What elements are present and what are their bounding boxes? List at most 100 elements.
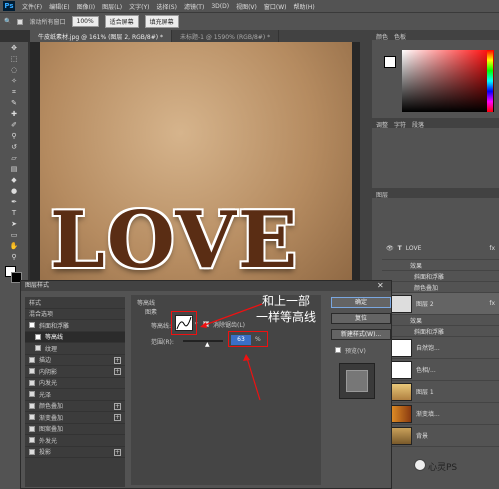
checkbox[interactable] [29,391,35,398]
menu-view[interactable]: 视图(V) [236,2,257,11]
lasso-tool-icon[interactable]: ◌ [3,65,25,75]
style-item-outer-glow[interactable]: 外发光 [25,435,125,447]
menu-window[interactable]: 窗口(W) [264,2,287,11]
add-icon[interactable]: + [114,356,121,364]
checkbox[interactable] [35,345,41,352]
layer-row[interactable]: 👁 T LOVE fx [382,238,499,260]
crop-tool-icon[interactable]: ⌗ [3,87,25,97]
layer-row[interactable]: 自然饱... [382,337,499,359]
style-item-gradient-overlay[interactable]: 渐变叠加 + [25,412,125,424]
blur-tool-icon[interactable]: ◆ [3,175,25,185]
close-icon[interactable]: ✕ [377,281,384,290]
style-label: 渐变叠加 [39,414,64,422]
style-item-drop-shadow[interactable]: 投影 + [25,447,125,458]
reset-button[interactable]: 复位 [331,313,391,324]
checkbox[interactable] [29,437,35,444]
dodge-tool-icon[interactable]: ● [3,186,25,196]
style-item-inner-glow[interactable]: 内发光 [25,378,125,389]
magic-wand-tool-icon[interactable]: ✧ [3,76,25,86]
new-style-button[interactable]: 新建样式(W)... [331,329,391,340]
tab-swatches[interactable]: 色板 [394,32,406,41]
style-item-inner-shadow[interactable]: 内阴影 + [25,366,125,378]
shape-tool-icon[interactable]: ▭ [3,230,25,240]
section-subtitle: 图素 [145,309,158,316]
layer-row[interactable]: 背景 [382,425,499,447]
zoom-tool-icon[interactable]: 🔍 [4,18,11,25]
stamp-tool-icon[interactable]: ⚲ [3,131,25,141]
tab-color[interactable]: 颜色 [376,32,388,41]
checkbox[interactable] [29,368,35,375]
checkbox[interactable] [29,322,35,329]
tab-character[interactable]: 字符 [394,120,406,129]
zoom-100-button[interactable]: 100% [71,16,99,27]
layer-row[interactable]: 图层 1 [382,381,499,403]
menu-layer[interactable]: 图层(L) [102,2,122,11]
menu-edit[interactable]: 编辑(E) [49,2,69,11]
styles-header[interactable]: 样式 [25,297,125,309]
layer-effect-row[interactable]: 斜面和浮雕 [382,271,499,282]
add-icon[interactable]: + [114,368,121,375]
path-select-tool-icon[interactable]: ➤ [3,219,25,229]
layer-effect-row[interactable]: 斜面和浮雕 [382,326,499,337]
brush-tool-icon[interactable]: ✐ [3,120,25,130]
checkbox[interactable] [29,356,35,363]
checkbox[interactable] [29,448,35,455]
layer-effect-row[interactable]: 效果 [382,315,499,326]
fit-screen-button[interactable]: 适合屏幕 [104,15,139,28]
style-item-contour[interactable]: 等高线 [25,331,125,343]
style-label: 等高线 [45,334,64,342]
blend-options-item[interactable]: 混合选项 [25,309,125,320]
eraser-tool-icon[interactable]: ▱ [3,153,25,163]
ok-button[interactable]: 确定 [331,297,391,308]
styles-list: 样式 混合选项 斜面和浮雕 等高线 纹理 描边 + 内阴影 + 内发光 光泽 颜色叠… [25,297,125,487]
menu-help[interactable]: 帮助(H) [294,2,315,11]
fill-screen-button[interactable]: 填充屏幕 [144,15,179,28]
healing-tool-icon[interactable]: ✚ [3,109,25,119]
panel-foreground-swatch[interactable] [384,56,396,68]
add-icon[interactable]: + [114,448,121,456]
checkbox[interactable] [29,402,35,409]
checkbox[interactable] [29,379,35,386]
menu-3d[interactable]: 3D(D) [211,3,229,10]
marquee-tool-icon[interactable]: ⬚ [3,54,25,64]
tab-untitled[interactable]: 未标题-1 @ 1590% (RGB/8#) * [172,30,280,42]
history-brush-tool-icon[interactable]: ↺ [3,142,25,152]
tab-paragraph[interactable]: 段落 [412,120,424,129]
hue-slider[interactable] [487,50,493,112]
menu-select[interactable]: 选择(S) [156,2,177,11]
menu-filter[interactable]: 滤镜(T) [184,2,204,11]
gradient-tool-icon[interactable]: ▤ [3,164,25,174]
add-icon[interactable]: + [114,414,121,421]
layer-row-selected[interactable]: 图层 2 fx [382,293,499,315]
zoom-tool-icon[interactable]: ⚲ [3,252,25,262]
add-icon[interactable]: + [114,402,121,410]
tab-layers[interactable]: 图层 [376,190,388,199]
menu-type[interactable]: 文字(Y) [129,2,149,11]
type-tool-icon[interactable]: T [3,208,25,218]
preview-checkbox[interactable] [335,347,341,353]
color-picker-field[interactable] [402,50,494,112]
menu-file[interactable]: 文件(F) [22,2,42,11]
checkbox[interactable] [35,333,41,340]
layer-row[interactable]: 渐变填... [382,403,499,425]
style-item-bevel[interactable]: 斜面和浮雕 [25,320,125,332]
style-item-stroke[interactable]: 描边 + [25,355,125,366]
eyedropper-tool-icon[interactable]: ✎ [3,98,25,108]
checkbox[interactable] [29,425,35,432]
style-item-texture[interactable]: 纹理 [25,343,125,355]
checkbox[interactable] [29,414,35,421]
pen-tool-icon[interactable]: ✒ [3,197,25,207]
tab-adjustments[interactable]: 调整 [376,120,388,129]
hand-tool-icon[interactable]: ✋ [3,241,25,251]
menu-image[interactable]: 图像(I) [77,2,95,11]
layer-effect-row[interactable]: 效果 [382,260,499,271]
style-item-satin[interactable]: 光泽 [25,389,125,401]
visibility-eye-icon[interactable]: 👁 [386,245,394,252]
scroll-all-checkbox[interactable] [17,18,24,25]
layer-row[interactable]: 色相/... [382,359,499,381]
style-item-pattern-overlay[interactable]: 图案叠加 [25,424,125,435]
tab-kraft[interactable]: 牛皮纸素材.jpg @ 161% (图层 2, RGB/8#) * [30,30,172,42]
style-item-color-overlay[interactable]: 颜色叠加 + [25,401,125,412]
layer-effect-row[interactable]: 颜色叠加 [382,282,499,293]
move-tool-icon[interactable]: ✥ [3,43,25,53]
